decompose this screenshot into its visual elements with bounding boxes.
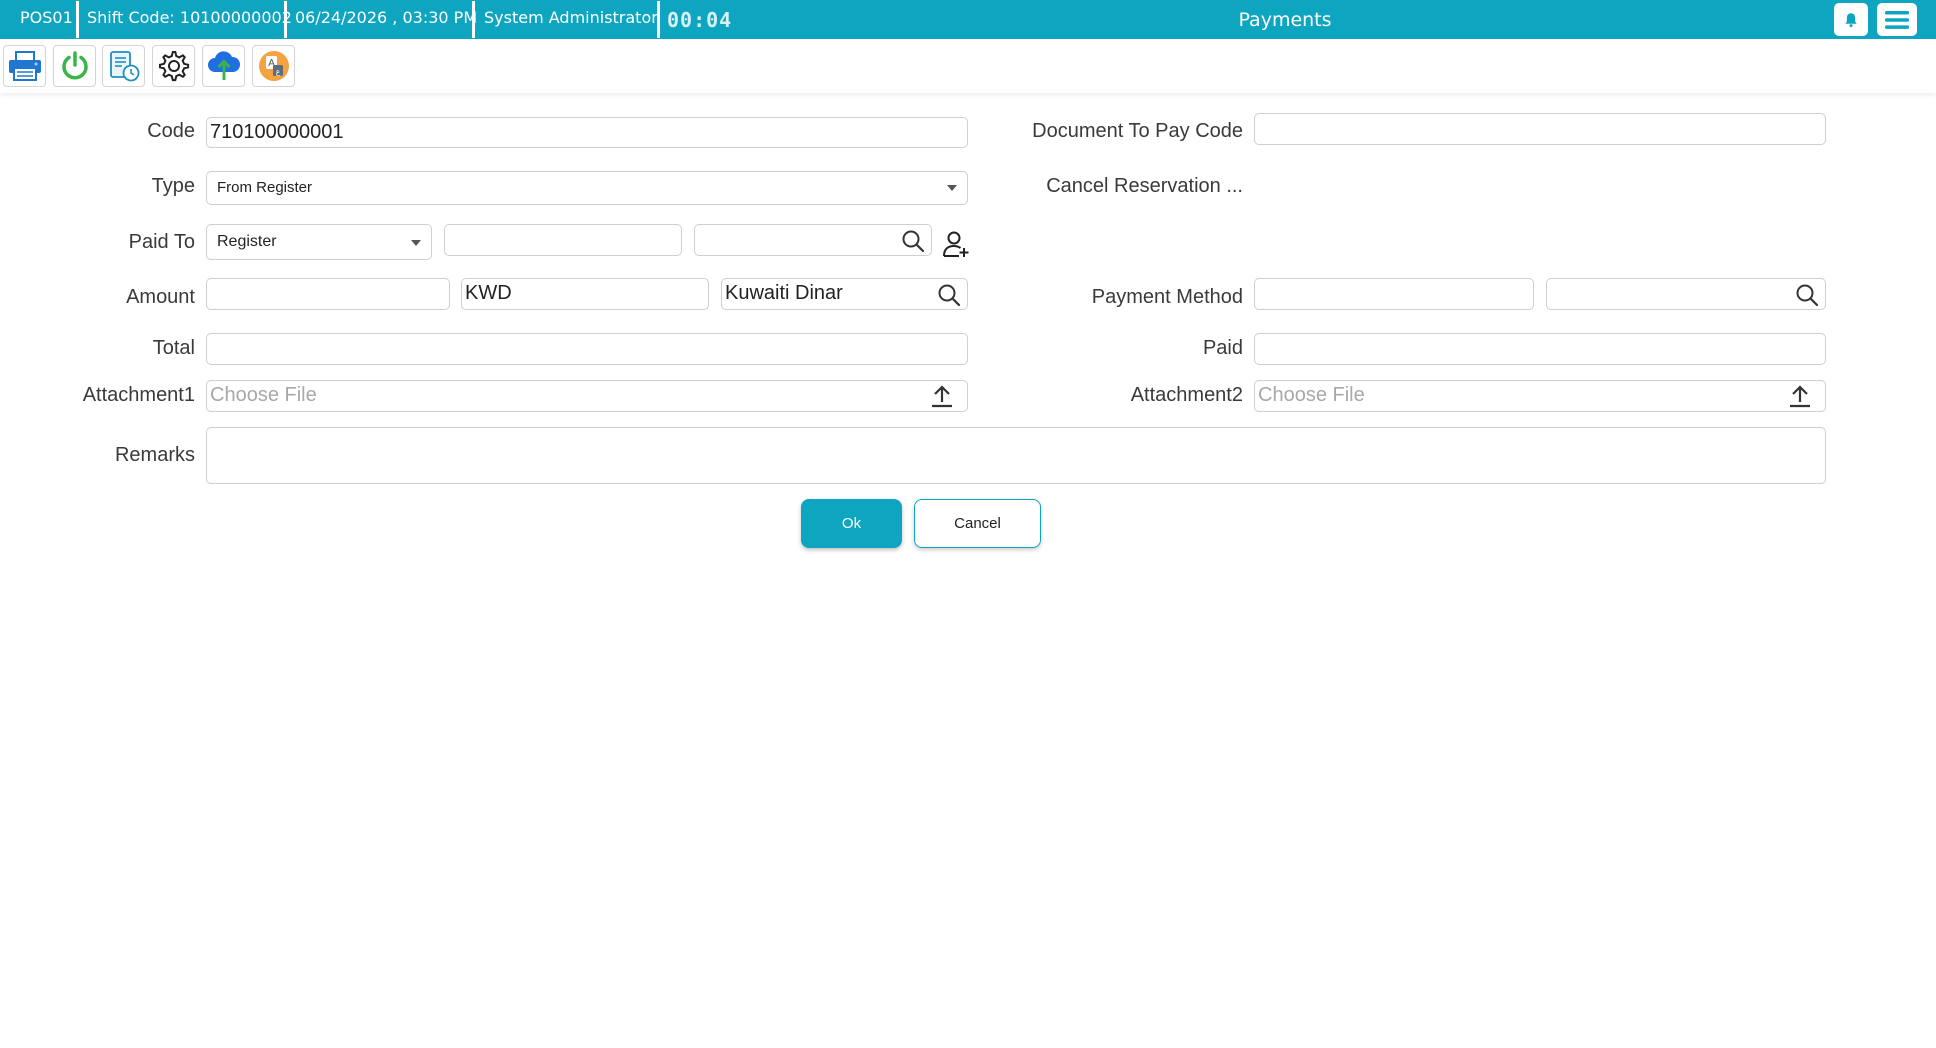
payment-method-code-field[interactable] — [1254, 278, 1534, 310]
attachment2-placeholder: Choose File — [1258, 384, 1365, 406]
payment-method-search-field[interactable] — [1546, 278, 1826, 310]
code-field[interactable]: 710100000001 — [206, 117, 968, 148]
divider — [76, 1, 79, 38]
shift-code: Shift Code: 10100000002 — [87, 8, 292, 27]
menu-button[interactable] — [1877, 3, 1917, 36]
cancel-button[interactable]: Cancel — [914, 499, 1041, 548]
page-title: Payments — [1238, 9, 1332, 31]
bell-icon — [1845, 12, 1857, 27]
upload-icon[interactable] — [1789, 384, 1811, 408]
search-icon[interactable] — [937, 283, 961, 307]
pos-name: POS01 — [20, 8, 73, 27]
printer-icon — [8, 51, 41, 81]
paid-label: Paid — [1202, 337, 1243, 359]
upload-icon[interactable] — [931, 384, 953, 408]
remarks-textarea[interactable] — [206, 427, 1826, 484]
attachment1-label: Attachment1 — [82, 384, 195, 406]
chevron-down-icon — [411, 240, 421, 246]
paid-field[interactable] — [1254, 333, 1826, 365]
add-user-icon[interactable] — [942, 230, 970, 258]
currency-name-value: Kuwaiti Dinar — [725, 282, 843, 304]
top-status-bar: POS01 Shift Code: 10100000002 06/24/2026… — [0, 0, 1936, 39]
cancel-reservation-link[interactable]: Cancel Reservation ... — [1046, 175, 1243, 198]
chevron-down-icon — [947, 185, 957, 191]
settings-button[interactable] — [152, 45, 195, 87]
power-icon — [61, 51, 88, 80]
upload-button[interactable] — [202, 45, 245, 87]
paid-to-label: Paid To — [128, 231, 195, 253]
amount-label: Amount — [126, 286, 195, 308]
amount-field[interactable] — [206, 278, 450, 310]
settings-gear-icon — [158, 51, 189, 82]
print-button[interactable] — [3, 45, 46, 87]
paid-to-search-field[interactable] — [694, 224, 932, 256]
toolbar: A ع — [0, 39, 1936, 93]
svg-text:ع: ع — [275, 67, 280, 76]
session-timer: 00:04 — [667, 8, 733, 32]
type-label: Type — [151, 175, 195, 197]
divider — [472, 1, 475, 38]
divider — [284, 1, 287, 38]
total-field[interactable] — [206, 333, 968, 365]
document-to-pay-code-field[interactable] — [1254, 113, 1826, 145]
payment-method-label: Payment Method — [1091, 286, 1243, 308]
notification-button[interactable] — [1834, 3, 1868, 36]
paid-to-select-value: Register — [217, 233, 277, 250]
type-select[interactable]: From Register — [206, 171, 968, 205]
language-icon: A ع — [258, 51, 289, 81]
search-icon[interactable] — [1795, 283, 1819, 307]
user-name: System Administrator — [484, 8, 658, 27]
ok-button[interactable]: Ok — [801, 499, 902, 548]
attachment2-label: Attachment2 — [1130, 384, 1243, 406]
paid-to-select[interactable]: Register — [206, 224, 432, 260]
paid-to-code-field[interactable] — [444, 224, 682, 256]
type-select-value: From Register — [217, 179, 313, 196]
cloud-upload-icon — [207, 51, 240, 80]
attachment1-placeholder: Choose File — [210, 384, 317, 406]
divider — [657, 1, 660, 38]
shift-report-button[interactable] — [102, 45, 145, 87]
search-icon[interactable] — [901, 229, 925, 253]
hamburger-menu-icon — [1885, 10, 1909, 29]
total-label: Total — [152, 337, 195, 359]
date-time: 06/24/2026 , 03:30 PM — [295, 8, 478, 27]
attachment1-file-input[interactable]: Choose File — [206, 380, 968, 412]
code-label: Code — [147, 120, 195, 142]
document-to-pay-code-label: Document To Pay Code — [1032, 120, 1243, 142]
report-clock-icon — [109, 51, 139, 82]
remarks-label: Remarks — [114, 444, 195, 466]
language-button[interactable]: A ع — [252, 45, 295, 87]
currency-search-field[interactable]: Kuwaiti Dinar — [721, 278, 968, 310]
currency-code-field[interactable]: KWD — [461, 278, 709, 310]
power-button[interactable] — [53, 45, 96, 87]
attachment2-file-input[interactable]: Choose File — [1254, 380, 1826, 412]
